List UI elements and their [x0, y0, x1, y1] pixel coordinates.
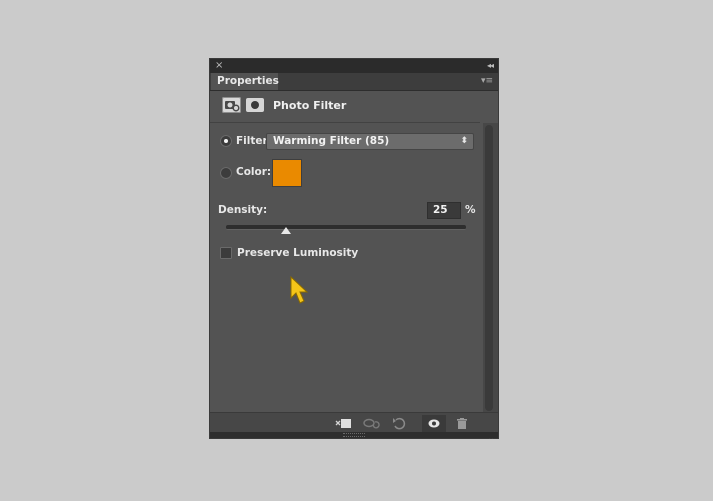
- panel-bottom-strip: [210, 432, 498, 438]
- color-label: Color:: [236, 166, 272, 178]
- filter-select-value: Warming Filter (85): [273, 135, 390, 147]
- color-swatch[interactable]: [272, 159, 302, 187]
- density-slider-track[interactable]: [226, 225, 466, 230]
- filter-radio[interactable]: [220, 135, 232, 147]
- properties-panel: × ◂◂ Properties ▾≡ Photo Filter Filter: …: [210, 59, 498, 439]
- color-radio[interactable]: [220, 167, 232, 179]
- panel-grip[interactable]: [343, 433, 365, 437]
- density-unit: %: [465, 204, 476, 216]
- collapse-icon[interactable]: ◂◂: [487, 59, 494, 73]
- panel-footer: [210, 412, 498, 439]
- tab-properties[interactable]: Properties: [211, 73, 279, 90]
- panel-menu-icon[interactable]: ▾≡: [481, 73, 493, 90]
- scrollbar-thumb[interactable]: [485, 125, 493, 411]
- preserve-luminosity-label[interactable]: Preserve Luminosity: [237, 247, 358, 259]
- adjustment-title: Photo Filter: [273, 99, 347, 112]
- filter-select[interactable]: Warming Filter (85) ⬍: [266, 133, 474, 150]
- eye-icon[interactable]: [422, 415, 446, 432]
- density-slider-thumb[interactable]: [281, 227, 291, 234]
- view-previous-state-icon[interactable]: [360, 415, 382, 432]
- layer-mask-icon[interactable]: [246, 98, 264, 112]
- density-input[interactable]: 25: [427, 202, 461, 219]
- close-icon[interactable]: ×: [215, 59, 223, 73]
- select-arrows-icon: ⬍: [460, 136, 468, 146]
- clip-to-layer-icon[interactable]: [332, 415, 354, 432]
- adjustment-layer-icon[interactable]: [222, 97, 241, 113]
- density-label: Density:: [218, 204, 268, 216]
- resize-grip-icon[interactable]: [488, 424, 496, 439]
- arrow-cursor-icon: [288, 275, 310, 314]
- reset-icon[interactable]: [388, 415, 410, 432]
- properties-header: Photo Filter: [210, 91, 498, 121]
- panel-tab-row: Properties ▾≡: [210, 73, 498, 91]
- panel-title-bar[interactable]: × ◂◂: [210, 59, 498, 73]
- trash-icon[interactable]: [452, 415, 472, 432]
- divider: [210, 122, 480, 123]
- preserve-luminosity-checkbox[interactable]: [220, 247, 232, 259]
